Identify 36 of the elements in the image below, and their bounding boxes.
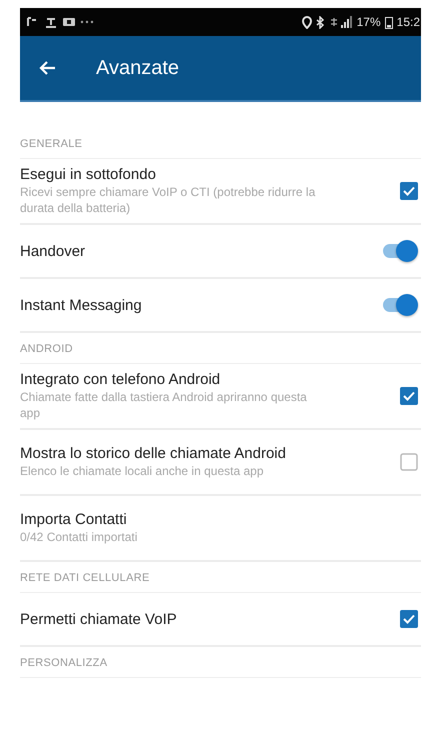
setting-description: Chiamate fatte dalla tastiera Android apriranno questa app	[20, 390, 308, 422]
setting-title: Permetti chiamate VoIP	[20, 610, 177, 628]
settings-row[interactable]: Esegui in sottofondo Ricevi sempre chiamare VoIP o CTI (potrebbe ridurre la durata della batteria)	[20, 159, 421, 225]
screen-title: Avanzate	[96, 56, 180, 80]
setting-title: Importa Contatti	[20, 510, 128, 528]
location-icon	[302, 16, 312, 28]
signal-icon	[328, 16, 353, 28]
settings-row[interactable]: Mostra lo storico delle chiamate Android Elenco le chiamate locali anche in questa app	[20, 430, 421, 496]
section-header: GENERALE	[20, 128, 421, 159]
setting-title: Instant Messaging	[20, 296, 142, 314]
battery-icon	[384, 16, 393, 28]
setting-description: 0/42 Contatti importati	[20, 530, 138, 546]
settings-row[interactable]: Importa Contatti 0/42 Contatti importati	[20, 496, 421, 562]
back-icon[interactable]	[38, 60, 56, 76]
settings-row[interactable]: Instant Messaging	[20, 279, 421, 333]
section-header: ANDROID	[20, 333, 421, 364]
setting-title: Handover	[20, 242, 86, 260]
section-header: PERSONALIZZA	[20, 647, 421, 678]
setting-title: Integrato con telefono Android	[20, 370, 222, 388]
clock: 15:2	[396, 15, 420, 29]
setting-description: Ricevi sempre chiamare VoIP o CTI (potrebbe ridurre la durata della batteria)	[20, 184, 316, 216]
settings-row[interactable]: Handover	[20, 225, 421, 279]
settings-row[interactable]: Integrato con telefono Android Chiamate fatte dalla tastiera Android apriranno questa app	[20, 364, 421, 430]
more-icon	[80, 20, 94, 24]
section-header: RETE DATI CELLULARE	[20, 562, 421, 593]
checkbox[interactable]	[400, 453, 418, 471]
setting-title: Mostra lo storico delle chiamate Android	[20, 444, 286, 462]
battery-percent: 17%	[356, 15, 381, 29]
checkbox[interactable]	[400, 387, 418, 405]
checkbox[interactable]	[400, 610, 418, 628]
bluetooth-icon	[316, 16, 325, 28]
video-icon	[62, 16, 76, 28]
checkbox[interactable]	[400, 182, 418, 200]
settings-row[interactable]: Permetti chiamate VoIP	[20, 593, 421, 647]
setting-title: Esegui in sottofondo	[20, 166, 157, 183]
setting-description: Elenco le chiamate locali anche in questa app	[20, 464, 264, 480]
